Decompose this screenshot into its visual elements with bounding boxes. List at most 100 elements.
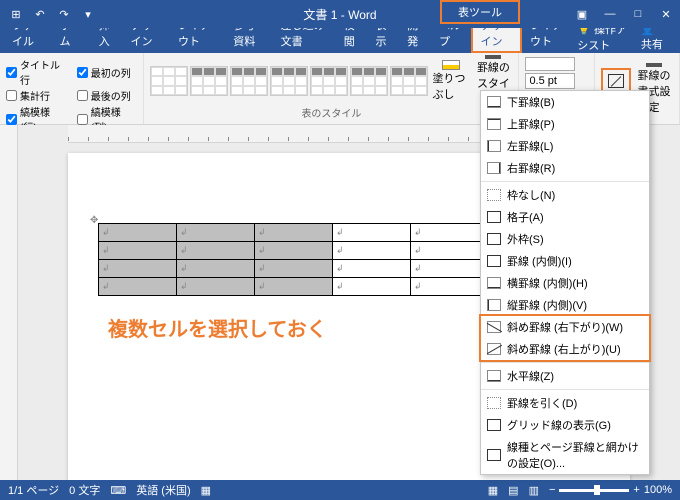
table-style-thumb[interactable]	[350, 66, 388, 96]
macro-record-icon[interactable]: ▦	[201, 484, 211, 497]
border-menu-item[interactable]: 上罫線(P)	[481, 113, 649, 135]
border-menu-item[interactable]: 格子(A)	[481, 206, 649, 228]
quick-access-toolbar: ⊞ ↶ ↷ ▾	[0, 4, 104, 24]
table-cell[interactable]: ↲	[255, 224, 333, 242]
border-menu-item[interactable]: 左罫線(L)	[481, 135, 649, 157]
window-controls: ▣ — □ ✕	[568, 0, 680, 28]
table-cell[interactable]: ↲	[255, 242, 333, 260]
table-cell[interactable]: ↲	[333, 242, 411, 260]
border-menu-item[interactable]: 線種とページ罫線と網かけの設定(O)...	[481, 436, 649, 474]
styles-gallery[interactable]	[150, 66, 428, 96]
table-cell[interactable]: ↲	[255, 278, 333, 296]
border-type-icon	[487, 419, 501, 431]
table-cell[interactable]: ↲	[411, 260, 489, 278]
document-table[interactable]: ↲↲↲↲↲↲↲↲↲↲↲↲↲↲↲↲↲↲↲↲	[98, 223, 489, 296]
group-table-styles: 塗りつぶし 罫線の スタイル 表のスタイル	[144, 53, 519, 124]
border-type-icon	[487, 277, 501, 289]
close-icon[interactable]: ✕	[652, 0, 680, 28]
border-menu-item[interactable]: 罫線を引く(D)	[481, 392, 649, 414]
language-icon: ⌨	[110, 484, 126, 497]
opt-タイトル行[interactable]: タイトル行	[6, 57, 67, 87]
table-cell[interactable]: ↲	[333, 224, 411, 242]
opt-最後の列[interactable]: 最後の列	[77, 88, 138, 103]
view-read-icon[interactable]: ▤	[508, 484, 518, 497]
table-cell[interactable]: ↲	[99, 242, 177, 260]
border-menu-item[interactable]: グリッド線の表示(G)	[481, 414, 649, 436]
view-web-icon[interactable]: ▥	[529, 484, 539, 497]
zoom-out-icon[interactable]: −	[549, 484, 555, 496]
border-type-icon	[487, 96, 501, 108]
ribbon-options-icon[interactable]: ▣	[568, 0, 596, 28]
border-type-icon	[487, 449, 501, 461]
border-menu-item[interactable]: 右罫線(R)	[481, 157, 649, 179]
border-menu-item[interactable]: 罫線 (内側)(I)	[481, 250, 649, 272]
table-style-thumb[interactable]	[230, 66, 268, 96]
undo-icon[interactable]: ↶	[30, 4, 50, 24]
line-style-thumb[interactable]	[525, 57, 575, 71]
window-title: 文書 1 - Word	[303, 6, 376, 23]
table-cell[interactable]: ↲	[255, 260, 333, 278]
table-cell[interactable]: ↲	[99, 278, 177, 296]
fill-button[interactable]: 塗りつぶし	[432, 60, 470, 102]
table-style-thumb[interactable]	[310, 66, 348, 96]
table-cell[interactable]: ↲	[333, 260, 411, 278]
table-cell[interactable]: ↲	[99, 260, 177, 278]
border-type-icon	[487, 162, 501, 174]
table-cell[interactable]: ↲	[411, 278, 489, 296]
border-menu-item[interactable]: 斜め罫線 (右上がり)(U)	[481, 338, 649, 360]
language[interactable]: 英語 (米国)	[136, 482, 190, 498]
opt-集計行[interactable]: 集計行	[6, 88, 67, 103]
table-cell[interactable]: ↲	[333, 278, 411, 296]
border-menu-item[interactable]: 枠なし(N)	[481, 184, 649, 206]
table-cell[interactable]: ↲	[411, 242, 489, 260]
annotation-text: 複数セルを選択しておく	[108, 313, 327, 342]
table-style-thumb[interactable]	[150, 66, 188, 96]
table-cell[interactable]: ↲	[177, 260, 255, 278]
border-menu-item[interactable]: 外枠(S)	[481, 228, 649, 250]
zoom-slider[interactable]	[559, 489, 629, 492]
table-style-thumb[interactable]	[390, 66, 428, 96]
border-type-icon	[487, 255, 501, 267]
vertical-ruler[interactable]	[0, 125, 18, 480]
table-cell[interactable]: ↲	[177, 278, 255, 296]
title-bar: ⊞ ↶ ↷ ▾ 文書 1 - Word 表ツール ▣ — □ ✕	[0, 0, 680, 28]
border-menu-item[interactable]: 横罫線 (内側)(H)	[481, 272, 649, 294]
fill-icon	[442, 60, 460, 70]
border-type-icon	[487, 370, 501, 382]
status-bar: 1/1 ページ 0 文字 ⌨ 英語 (米国) ▦ ▦ ▤ ▥ − + 100%	[0, 480, 680, 500]
table-cell[interactable]: ↲	[177, 242, 255, 260]
page-count[interactable]: 1/1 ページ	[8, 482, 59, 498]
table-cell[interactable]: ↲	[411, 224, 489, 242]
border-type-icon	[487, 397, 501, 409]
table-style-thumb[interactable]	[270, 66, 308, 96]
border-menu-item[interactable]: 下罫線(B)	[481, 91, 649, 113]
zoom-in-icon[interactable]: +	[633, 484, 639, 496]
view-print-icon[interactable]: ▦	[488, 484, 498, 497]
border-menu-item[interactable]: 斜め罫線 (右下がり)(W)	[481, 316, 649, 338]
ribbon-tabs: ファイルホーム挿入デザインレイアウト参考資料差し込み文書校閲表示開発ヘルプデザイ…	[0, 28, 680, 53]
save-icon[interactable]: ⊞	[6, 4, 26, 24]
table-style-thumb[interactable]	[190, 66, 228, 96]
minimize-icon[interactable]: —	[596, 0, 624, 28]
border-menu-item[interactable]: 縦罫線 (内側)(V)	[481, 294, 649, 316]
word-count[interactable]: 0 文字	[69, 482, 100, 498]
maximize-icon[interactable]: □	[624, 0, 652, 28]
group-style-options: タイトル行最初の列集計行最後の列縞模様 (行)縞模様 (列) 表スタイルのオプシ…	[0, 53, 144, 124]
opt-最初の列[interactable]: 最初の列	[77, 57, 138, 87]
qat-more-icon[interactable]: ▾	[78, 4, 98, 24]
context-tab-label: 表ツール	[440, 0, 520, 24]
border-type-icon	[487, 118, 501, 130]
zoom-level[interactable]: 100%	[644, 484, 672, 496]
table-cell[interactable]: ↲	[99, 224, 177, 242]
redo-icon[interactable]: ↷	[54, 4, 74, 24]
border-type-icon	[487, 321, 501, 333]
zoom-control[interactable]: − + 100%	[549, 484, 672, 496]
table-cell[interactable]: ↲	[177, 224, 255, 242]
borders-icon	[608, 74, 624, 88]
border-type-icon	[487, 189, 501, 201]
border-type-icon	[487, 233, 501, 245]
border-menu-item[interactable]: 水平線(Z)	[481, 365, 649, 387]
border-type-icon	[487, 343, 501, 355]
border-type-icon	[487, 211, 501, 223]
line-weight-input[interactable]	[525, 73, 575, 89]
